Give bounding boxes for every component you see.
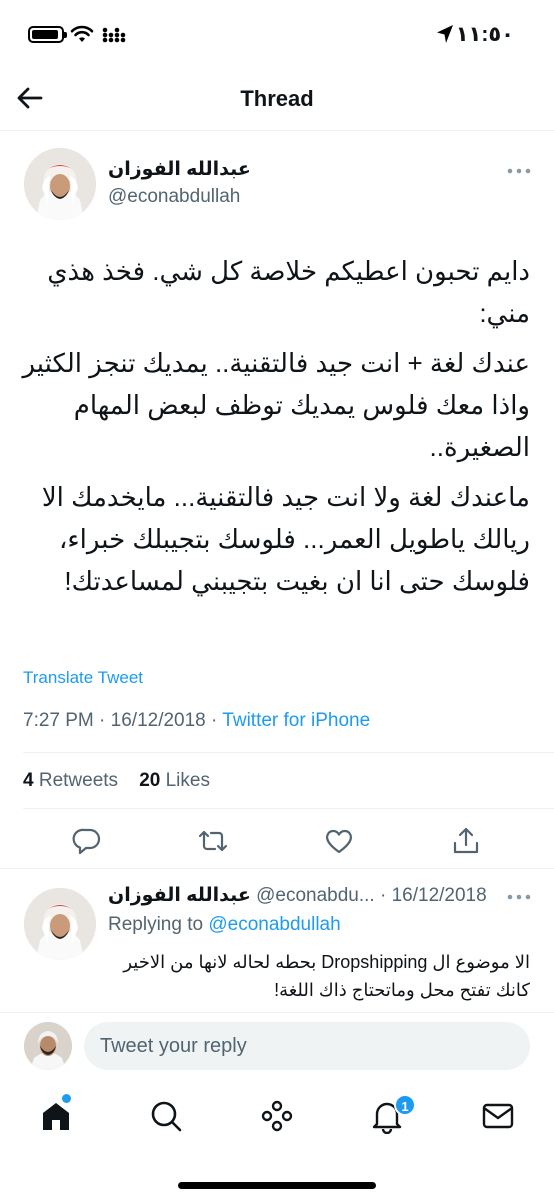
tweet-paragraph: عندك لغة + انت جيد فالتقنية.. يمديك تنجز… <box>22 348 530 462</box>
reply-icon[interactable] <box>72 826 102 856</box>
retweets-label: Retweets <box>38 770 119 791</box>
likes-label: Likes <box>165 770 210 791</box>
battery-icon <box>28 26 67 43</box>
like-heart-icon[interactable] <box>324 826 354 856</box>
share-icon[interactable] <box>451 826 481 856</box>
retweets-count: 4 <box>23 770 34 791</box>
avatar-photo <box>24 1022 72 1070</box>
author-handle[interactable]: @econabdullah <box>108 186 240 208</box>
page-title: Thread <box>240 86 314 111</box>
tweet-paragraph: ماعندك لغة ولا انت جيد فالتقنية... مايخد… <box>41 482 530 596</box>
signal-icon <box>102 27 126 43</box>
tweet-time: 7:27 PM <box>23 710 94 731</box>
reply-more-options-icon[interactable] <box>506 892 532 902</box>
status-bar: ١١:٥٠ <box>0 0 554 70</box>
reply-text: الا موضوع ال Dropshipping بحطه لحاله لان… <box>123 952 530 1000</box>
avatar-photo <box>24 148 96 220</box>
home-indicator <box>178 1182 376 1189</box>
tweet-text: دايم تحبون اعطيكم خلاصة كل شي. فخذ هذي م… <box>22 250 530 610</box>
avatar-photo <box>24 888 96 960</box>
retweets-stat[interactable]: 4 Retweets <box>23 770 118 791</box>
wifi-icon <box>70 25 94 42</box>
tweet-stats: 4 Retweets 20 Likes <box>23 770 210 792</box>
my-avatar[interactable] <box>24 1022 72 1070</box>
replying-to: Replying to @econabdullah <box>108 914 341 936</box>
likes-count: 20 <box>139 770 161 791</box>
reply-date: 16/12/2018 <box>391 885 487 906</box>
home-icon[interactable] <box>38 1098 74 1134</box>
translate-tweet-link[interactable]: Translate Tweet <box>23 668 143 688</box>
retweet-icon[interactable] <box>198 826 228 856</box>
meta-divider <box>23 752 554 753</box>
tweet-meta: 7:27 PM · 16/12/2018 · Twitter for iPhon… <box>23 710 370 732</box>
header: Thread <box>0 70 554 130</box>
reply-author-avatar[interactable] <box>24 888 96 960</box>
reply-author-handle[interactable]: @econabdu... <box>256 885 375 906</box>
reply-author-name[interactable]: عبدالله الفوزان <box>108 885 251 906</box>
replying-to-mention[interactable]: @econabdullah <box>208 914 340 935</box>
notification-badge: 1 <box>394 1094 416 1116</box>
spaces-icon[interactable] <box>259 1098 295 1134</box>
author-name[interactable]: عبدالله الفوزان <box>108 158 251 181</box>
messages-envelope-icon[interactable] <box>480 1098 516 1134</box>
tweet-source-link[interactable]: Twitter for iPhone <box>222 710 370 731</box>
location-arrow-icon <box>437 25 453 43</box>
reply-header: عبدالله الفوزان @econabdu... · 16/12/201… <box>108 884 487 907</box>
meta-separator: · <box>211 710 223 731</box>
reply-input[interactable] <box>84 1022 530 1070</box>
search-icon[interactable] <box>148 1098 184 1134</box>
actions-divider <box>0 868 554 869</box>
tweet-paragraph: دايم تحبون اعطيكم خلاصة كل شي. فخذ هذي م… <box>47 256 530 328</box>
meta-separator: · <box>99 710 111 731</box>
more-options-icon[interactable] <box>506 166 532 176</box>
tweet-date: 16/12/2018 <box>110 710 206 731</box>
home-unread-dot <box>62 1094 71 1103</box>
status-time: ١١:٥٠ <box>455 23 514 46</box>
header-divider <box>0 130 554 131</box>
stats-divider <box>23 808 554 809</box>
meta-separator: · <box>379 885 392 906</box>
replying-to-label: Replying to <box>108 914 204 935</box>
author-avatar[interactable] <box>24 148 96 220</box>
likes-stat[interactable]: 20 Likes <box>139 770 210 791</box>
